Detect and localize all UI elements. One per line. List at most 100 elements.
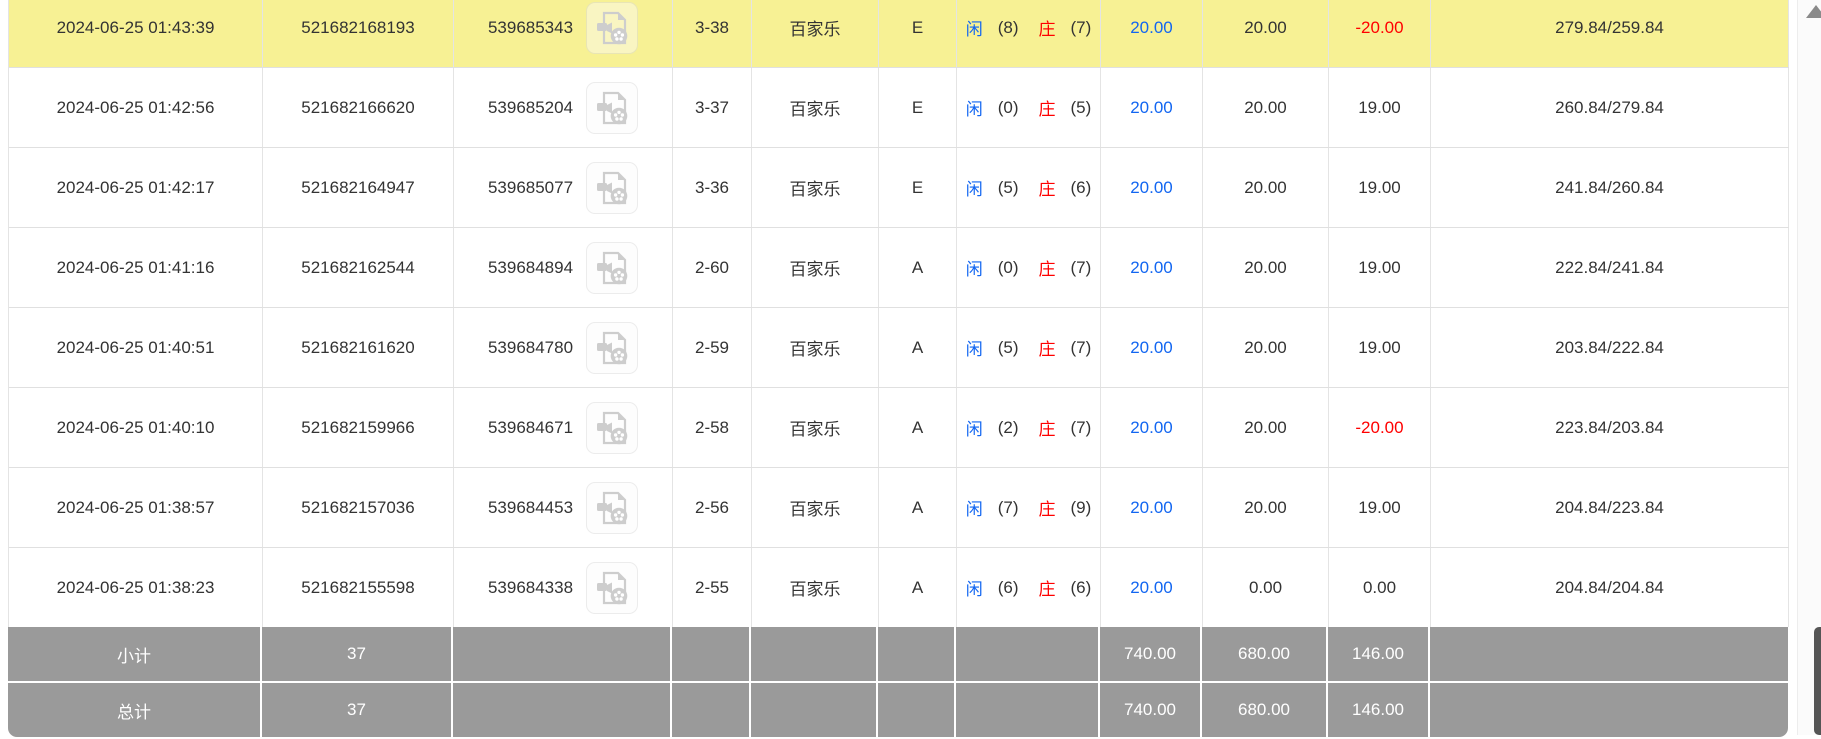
cell-shoe: A [879,548,957,627]
balance-value: 223.84/203.84 [1555,418,1664,438]
winloss-amount: 19.00 [1358,338,1401,358]
cell-time: 2024-06-25 01:38:23 [9,548,263,627]
cell-balance: 260.84/279.84 [1431,68,1789,147]
totals-row: 小计 37 740.00 680.00 146.00 [8,627,1788,681]
bet-time: 2024-06-25 01:42:56 [57,98,215,118]
vertical-scrollbar-thumb[interactable] [1814,627,1821,735]
total-valid: 680.00 [1238,644,1290,664]
banker-score: (6) [1071,178,1092,198]
table-row[interactable]: 2024-06-25 01:43:39 521682168193 5396853… [9,0,1789,67]
player-label: 闲 [966,575,983,600]
table-row[interactable]: 2024-06-25 01:42:56 521682166620 5396852… [9,67,1789,147]
cell-valid: 0.00 [1203,548,1329,627]
cell-table-round: 2-55 [673,548,752,627]
cell-order-id: 521682159966 [263,388,454,467]
table-row[interactable]: 2024-06-25 01:40:10 521682159966 5396846… [9,387,1789,467]
banker-score: (6) [1071,578,1092,598]
winloss-amount: -20.00 [1355,418,1403,438]
cell-valid: 20.00 [1203,0,1329,67]
cell-balance: 204.84/204.84 [1431,548,1789,627]
bet-amount: 20.00 [1130,258,1173,278]
winloss-amount: 19.00 [1358,98,1401,118]
table-row[interactable]: 2024-06-25 01:42:17 521682164947 5396850… [9,147,1789,227]
banker-score: (7) [1071,258,1092,278]
cell-result: 闲(8) 庄(7) [957,0,1101,67]
banker-label: 庄 [1039,175,1056,200]
cell-valid: 20.00 [1203,228,1329,307]
game-type: 百家乐 [790,335,841,360]
table-round: 3-36 [695,178,729,198]
bet-history-table: 2024-06-25 01:43:39 521682168193 5396853… [8,0,1789,627]
video-replay-button[interactable] [586,322,638,374]
table-row[interactable]: 2024-06-25 01:40:51 521682161620 5396847… [9,307,1789,387]
total-label: 总计 [117,698,151,723]
video-file-icon [595,90,629,126]
cell-balance: 241.84/260.84 [1431,148,1789,227]
balance-value: 222.84/241.84 [1555,258,1664,278]
banker-label: 庄 [1039,15,1056,40]
cell-winloss: 19.00 [1329,148,1431,227]
video-replay-button[interactable] [586,242,638,294]
table-row[interactable]: 2024-06-25 01:38:57 521682157036 5396844… [9,467,1789,547]
game-type: 百家乐 [790,415,841,440]
balance-value: 204.84/204.84 [1555,578,1664,598]
banker-score: (7) [1071,338,1092,358]
total-count-cell: 37 [262,683,453,737]
video-file-icon [595,570,629,606]
cell-result: 闲(0) 庄(7) [957,228,1101,307]
empty-cell [1430,627,1788,681]
cell-game-id: 539684453 [454,468,673,547]
cell-bet: 20.00 [1101,308,1203,387]
cell-order-id: 521682161620 [263,308,454,387]
cell-winloss: 0.00 [1329,548,1431,627]
banker-score: (9) [1071,498,1092,518]
total-winloss: 146.00 [1352,700,1404,720]
bet-amount: 20.00 [1130,178,1173,198]
totals-footer: 小计 37 740.00 680.00 146.00 总计 37 740.00 … [8,627,1788,739]
video-file-icon [595,250,629,286]
total-bet: 740.00 [1124,700,1176,720]
scroll-up-arrow-icon[interactable] [1806,5,1821,18]
order-id: 521682162544 [301,258,414,278]
total-winloss-cell: 146.00 [1328,683,1430,737]
cell-winloss: 19.00 [1329,68,1431,147]
bet-amount: 20.00 [1130,98,1173,118]
cell-winloss: 19.00 [1329,308,1431,387]
video-replay-button[interactable] [586,2,638,54]
total-count: 37 [347,644,366,664]
game-type: 百家乐 [790,95,841,120]
video-replay-button[interactable] [586,82,638,134]
cell-table-round: 2-59 [673,308,752,387]
cell-game-type: 百家乐 [752,548,879,627]
bet-time: 2024-06-25 01:38:23 [57,578,215,598]
table-round: 3-38 [695,18,729,38]
table-row[interactable]: 2024-06-25 01:41:16 521682162544 5396848… [9,227,1789,307]
empty-cell [751,683,878,737]
video-replay-button[interactable] [586,162,638,214]
order-id: 521682164947 [301,178,414,198]
player-score: (5) [998,338,1019,358]
order-id: 521682168193 [301,18,414,38]
cell-winloss: 19.00 [1329,228,1431,307]
video-replay-button[interactable] [586,402,638,454]
game-id: 539684453 [488,498,573,518]
video-replay-button[interactable] [586,482,638,534]
video-replay-button[interactable] [586,562,638,614]
player-label: 闲 [966,415,983,440]
cell-valid: 20.00 [1203,388,1329,467]
shoe-letter: E [912,98,923,118]
vertical-scrollbar-track[interactable] [1797,0,1821,735]
cell-winloss: -20.00 [1329,0,1431,67]
table-row[interactable]: 2024-06-25 01:38:23 521682155598 5396843… [9,547,1789,627]
cell-balance: 222.84/241.84 [1431,228,1789,307]
player-label: 闲 [966,335,983,360]
shoe-letter: A [912,498,923,518]
cell-time: 2024-06-25 01:42:17 [9,148,263,227]
game-type: 百家乐 [790,255,841,280]
empty-cell [453,627,672,681]
winloss-amount: 19.00 [1358,258,1401,278]
table-round: 2-60 [695,258,729,278]
cell-table-round: 3-38 [673,0,752,67]
cell-game-type: 百家乐 [752,68,879,147]
empty-cell [672,683,751,737]
